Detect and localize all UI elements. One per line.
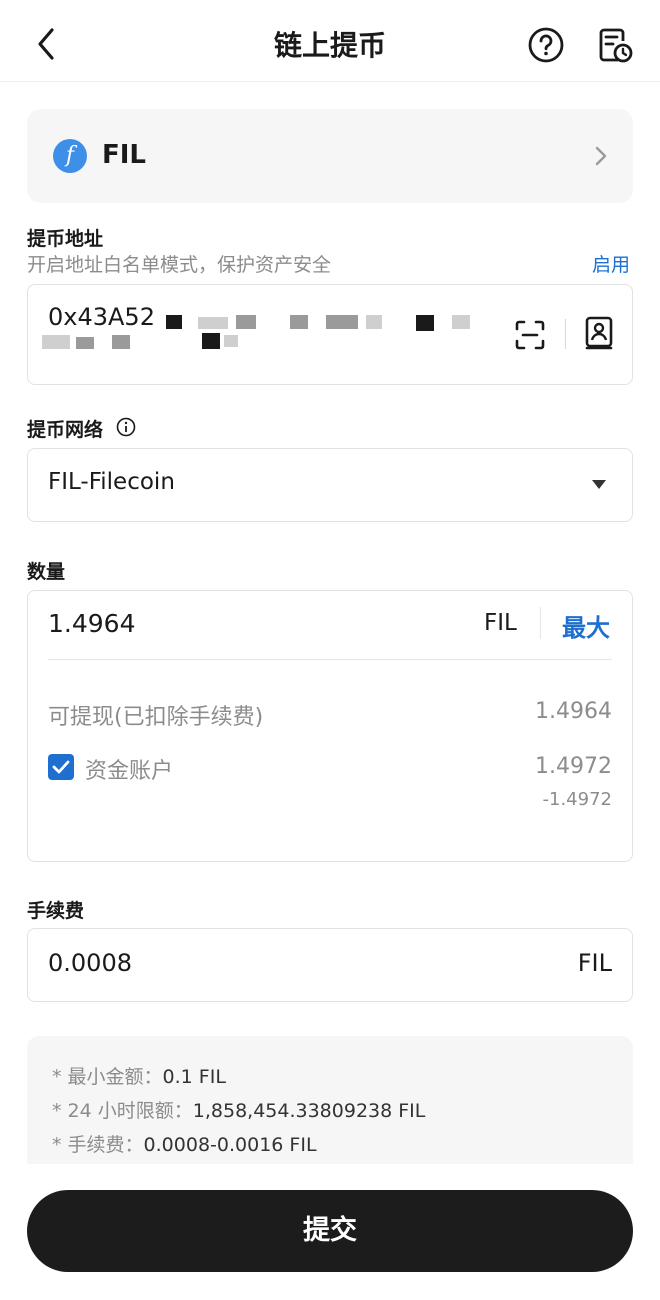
network-select[interactable]: FIL-Filecoin (27, 448, 633, 522)
submit-button[interactable]: 提交 (27, 1190, 633, 1272)
fee-label: 手续费 (27, 900, 85, 922)
help-button[interactable] (527, 26, 565, 64)
note-min-amount: * 最小金额：0.1 FIL (52, 1066, 226, 1088)
max-button[interactable]: 最大 (562, 608, 610, 643)
record-clock-icon (599, 28, 633, 63)
amount-label: 数量 (27, 561, 66, 583)
funding-account-delta: -1.4972 (542, 789, 612, 810)
top-bar: 链上提币 (0, 0, 660, 82)
amount-unit: FIL (484, 610, 517, 636)
scan-icon (515, 320, 545, 350)
network-value: FIL-Filecoin (48, 469, 175, 495)
divider (540, 607, 541, 639)
address-book-button[interactable] (583, 315, 615, 351)
address-input[interactable]: 0x43A52 (27, 284, 633, 385)
withdraw-history-button[interactable] (596, 26, 634, 64)
network-label: 提币网络 (27, 419, 104, 441)
coin-symbol: FIL (102, 140, 147, 170)
address-label: 提币地址 (27, 228, 104, 250)
scan-button[interactable] (514, 319, 546, 351)
fil-coin-icon: f (53, 139, 87, 173)
divider (48, 659, 612, 660)
check-icon (52, 760, 70, 774)
amount-input[interactable]: 1.4964 (48, 609, 135, 638)
address-book-icon (585, 316, 613, 350)
enable-whitelist-link[interactable]: 启用 (592, 250, 630, 277)
fee-value: 0.0008 (48, 949, 132, 977)
info-icon[interactable] (116, 417, 136, 437)
withdraw-notes: * 最小金额：0.1 FIL * 24 小时限额：1,858,454.33809… (27, 1036, 633, 1164)
coin-selector[interactable]: f FIL (27, 109, 633, 203)
divider (565, 319, 566, 349)
funding-account-checkbox[interactable] (48, 754, 74, 780)
withdrawable-value: 1.4964 (535, 699, 612, 724)
note-fee-range: * 手续费：0.0008-0.0016 FIL (52, 1134, 317, 1156)
funding-account-label: 资金账户 (85, 759, 174, 784)
note-daily-limit: * 24 小时限额：1,858,454.33809238 FIL (52, 1100, 426, 1122)
amount-panel: 1.4964 FIL 最大 可提现(已扣除手续费) 1.4964 资金账户 1.… (27, 590, 633, 862)
whitelist-hint: 开启地址白名单模式，保护资产安全 (27, 254, 332, 276)
withdrawable-label: 可提现(已扣除手续费) (48, 705, 264, 730)
caret-down-icon (592, 480, 606, 489)
question-icon (528, 27, 564, 63)
fee-unit: FIL (577, 949, 612, 977)
funding-account-balance: 1.4972 (535, 754, 612, 779)
address-value: 0x43A52 (48, 303, 155, 331)
fee-field: 0.0008 FIL (27, 928, 633, 1002)
chevron-right-icon (595, 146, 607, 166)
